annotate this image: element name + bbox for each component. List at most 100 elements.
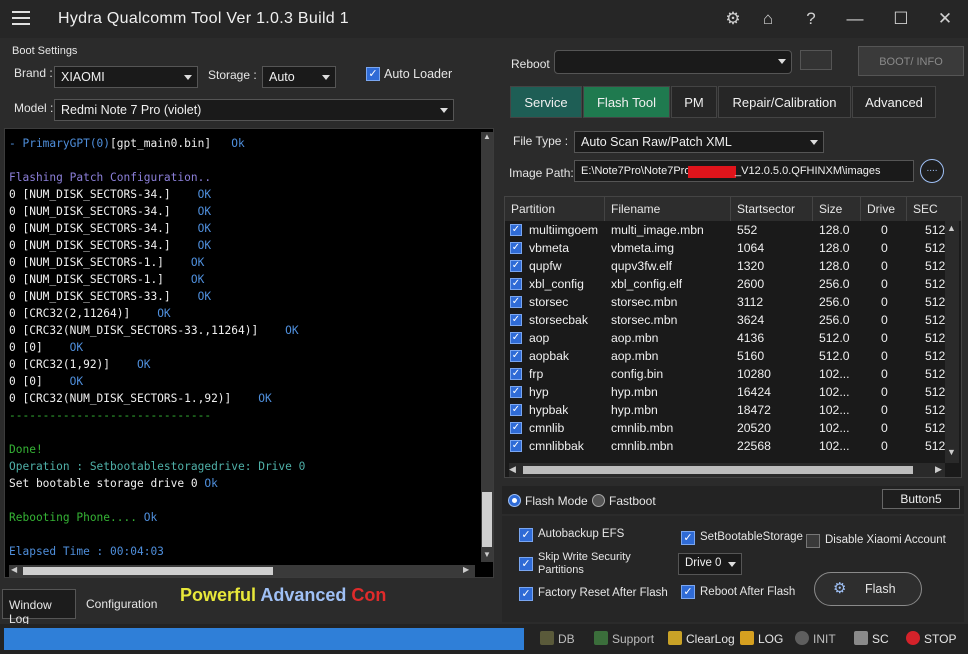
row-checkbox[interactable]: ✓: [510, 332, 522, 344]
table-row[interactable]: ✓ vbmeta vbmeta.img 1064 128.0 0 512: [505, 240, 945, 258]
flash-button[interactable]: ⚙ Flash: [814, 572, 922, 606]
init-button[interactable]: INIT: [795, 631, 836, 647]
auto-loader-checkbox[interactable]: ✓: [366, 67, 380, 81]
scroll-left-icon[interactable]: ◀: [509, 464, 516, 475]
row-checkbox[interactable]: ✓: [510, 350, 522, 362]
minimize-icon[interactable]: —: [844, 8, 866, 30]
tab-advanced[interactable]: Advanced: [852, 86, 936, 118]
row-checkbox[interactable]: ✓: [510, 386, 522, 398]
table-row[interactable]: ✓ aop aop.mbn 4136 512.0 0 512: [505, 330, 945, 348]
gear-icon[interactable]: ⚙: [722, 8, 744, 30]
row-checkbox[interactable]: ✓: [510, 278, 522, 290]
row-checkbox[interactable]: ✓: [510, 260, 522, 272]
log-button[interactable]: LOG: [740, 631, 783, 647]
help-icon[interactable]: ?: [800, 8, 822, 30]
tab-window-log[interactable]: Window Log: [2, 589, 76, 626]
table-row[interactable]: ✓ hypbak hyp.mbn 18472 102... 0 512: [505, 402, 945, 420]
db-button[interactable]: DB: [540, 631, 575, 647]
set-bootable-checkbox[interactable]: ✓: [681, 531, 695, 545]
tab-pm[interactable]: PM: [671, 86, 717, 118]
tab-flash-tool[interactable]: Flash Tool: [583, 86, 670, 118]
tab-repair-calibration[interactable]: Repair/Calibration: [718, 86, 851, 118]
maximize-icon[interactable]: ☐: [890, 8, 912, 30]
image-path-input[interactable]: E:\Note7Pro\Note7Pro _V12.0.5.0.QFHINXM\i…: [574, 160, 914, 182]
browse-button[interactable]: ....: [920, 159, 944, 183]
close-icon[interactable]: ✕: [934, 8, 956, 30]
table-row[interactable]: ✓ storsecbak storsec.mbn 3624 256.0 0 512: [505, 312, 945, 330]
scroll-thumb[interactable]: [523, 466, 913, 474]
cell-size: 512.0: [819, 349, 850, 363]
skip-write-security-checkbox[interactable]: ✓: [519, 557, 533, 571]
cell-partition: storsecbak: [529, 313, 588, 327]
cell-partition: qupfw: [529, 259, 562, 273]
row-checkbox[interactable]: ✓: [510, 422, 522, 434]
column-header-sec[interactable]: SEC: [907, 197, 961, 221]
table-horizontal-scrollbar[interactable]: ◀ ▶: [509, 463, 945, 477]
scroll-thumb[interactable]: [482, 492, 492, 547]
factory-reset-checkbox[interactable]: ✓: [519, 587, 533, 601]
cell-sec: 512: [925, 295, 945, 309]
hamburger-menu-icon[interactable]: [12, 11, 30, 25]
scroll-down-icon[interactable]: ▼: [947, 447, 956, 457]
scroll-up-icon[interactable]: ▲: [482, 132, 492, 142]
row-checkbox[interactable]: ✓: [510, 296, 522, 308]
chevron-down-icon: [810, 140, 818, 145]
row-checkbox[interactable]: ✓: [510, 440, 522, 452]
drive-select[interactable]: Drive 0: [678, 553, 742, 575]
column-header-drive[interactable]: Drive: [861, 197, 907, 221]
stop-button[interactable]: STOP: [906, 631, 956, 647]
table-row[interactable]: ✓ aopbak aop.mbn 5160 512.0 0 512: [505, 348, 945, 366]
table-row[interactable]: ✓ hyp hyp.mbn 16424 102... 0 512: [505, 384, 945, 402]
column-header-size[interactable]: Size: [813, 197, 861, 221]
screenshot-button[interactable]: SC: [854, 631, 889, 647]
table-row[interactable]: ✓ xbl_config xbl_config.elf 2600 256.0 0 512: [505, 276, 945, 294]
log-vertical-scrollbar[interactable]: ▲ ▼: [481, 132, 493, 562]
scroll-up-icon[interactable]: ▲: [947, 223, 956, 233]
tab-configuration[interactable]: Configuration: [80, 589, 160, 619]
tab-service[interactable]: Service: [510, 86, 582, 118]
reboot-button[interactable]: [800, 50, 832, 70]
table-row[interactable]: ✓ cmnlib cmnlib.mbn 20520 102... 0 512: [505, 420, 945, 438]
table-row[interactable]: ✓ cmnlibbak cmnlib.mbn 22568 102... 0 512: [505, 438, 945, 456]
home-icon[interactable]: ⌂: [757, 8, 779, 30]
row-checkbox[interactable]: ✓: [510, 224, 522, 236]
column-header-partition[interactable]: Partition: [505, 197, 605, 221]
chevron-down-icon: [322, 75, 330, 80]
storage-select[interactable]: Auto: [262, 66, 336, 88]
fastboot-radio[interactable]: [592, 494, 605, 507]
row-checkbox[interactable]: ✓: [510, 314, 522, 326]
model-select[interactable]: Redmi Note 7 Pro (violet): [54, 99, 454, 121]
boot-info-button[interactable]: BOOT/ INFO: [858, 46, 964, 76]
row-checkbox[interactable]: ✓: [510, 368, 522, 380]
file-type-select[interactable]: Auto Scan Raw/Patch XML: [574, 131, 824, 153]
column-header-filename[interactable]: Filename: [605, 197, 731, 221]
storage-value: Auto: [269, 70, 295, 84]
cell-partition: aopbak: [529, 349, 569, 363]
row-checkbox[interactable]: ✓: [510, 242, 522, 254]
row-checkbox[interactable]: ✓: [510, 404, 522, 416]
support-button[interactable]: Support: [594, 631, 654, 647]
button5[interactable]: Button5: [882, 489, 960, 509]
flash-mode-radio[interactable]: [508, 494, 521, 507]
table-row[interactable]: ✓ multiimgoem multi_image.mbn 552 128.0 0 512: [505, 222, 945, 240]
log-label: LOG: [758, 632, 784, 646]
scroll-right-icon[interactable]: ▶: [935, 464, 942, 475]
reboot-select[interactable]: [554, 50, 792, 74]
log-segment: 0 [NUM_DISK_SECTORS-33.]: [9, 290, 171, 303]
brand-select[interactable]: XIAOMI: [54, 66, 198, 88]
table-vertical-scrollbar[interactable]: ▲ ▼: [945, 221, 959, 463]
scroll-thumb[interactable]: [23, 567, 273, 575]
clear-log-button[interactable]: ClearLog: [668, 631, 735, 647]
table-row[interactable]: ✓ storsec storsec.mbn 3112 256.0 0 512: [505, 294, 945, 312]
scroll-right-icon[interactable]: ▶: [463, 565, 469, 574]
log-segment: OK: [130, 307, 171, 320]
table-row[interactable]: ✓ frp config.bin 10280 102... 0 512: [505, 366, 945, 384]
log-horizontal-scrollbar[interactable]: ◀ ▶: [9, 565, 475, 577]
reboot-after-checkbox[interactable]: ✓: [681, 585, 695, 599]
scroll-left-icon[interactable]: ◀: [11, 565, 17, 574]
column-header-startsector[interactable]: Startsector: [731, 197, 813, 221]
autobackup-efs-checkbox[interactable]: ✓: [519, 528, 533, 542]
table-row[interactable]: ✓ qupfw qupv3fw.elf 1320 128.0 0 512: [505, 258, 945, 276]
disable-xiaomi-checkbox[interactable]: [806, 534, 820, 548]
scroll-down-icon[interactable]: ▼: [482, 550, 492, 560]
